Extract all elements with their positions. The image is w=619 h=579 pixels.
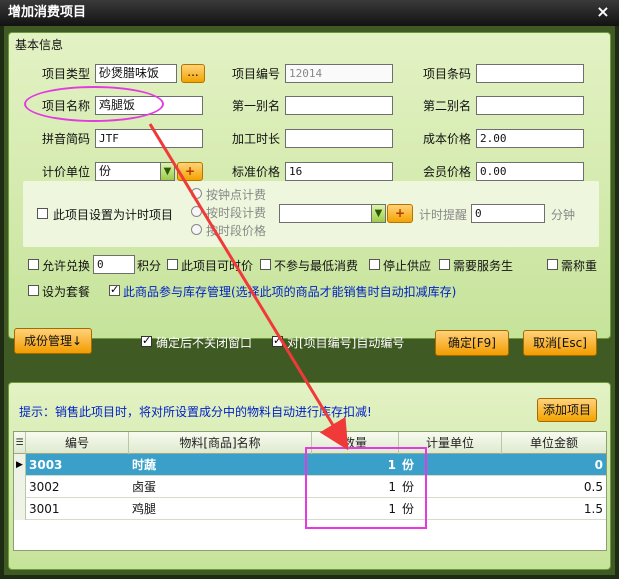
cell-no: 3001 <box>29 502 60 516</box>
process-time-field[interactable] <box>285 129 393 148</box>
alias1-label: 第一别名 <box>232 99 281 113</box>
alias2-label: 第二别名 <box>423 99 472 113</box>
row-header <box>14 476 26 498</box>
dialog-window: 增加消费项目 × 基本信息 项目类型 砂煲腊味饭 ... 项目编号 12014 … <box>0 0 619 579</box>
points-label: 积分 <box>137 259 162 273</box>
unit-dropdown-arrow-icon[interactable]: ▼ <box>160 163 174 180</box>
need-weigh-checkbox[interactable] <box>547 259 558 270</box>
unit-add-button[interactable]: + <box>177 162 203 181</box>
stop-supply-label: 停止供应 <box>383 259 432 273</box>
alias1-field[interactable] <box>285 96 393 115</box>
col-header-name[interactable]: 物料[商品]名称 <box>129 432 312 454</box>
cell-no: 3002 <box>29 480 60 494</box>
pinyin-label: 拼音简码 <box>42 132 91 146</box>
exchange-points-field[interactable]: 0 <box>93 255 135 274</box>
auto-number-label: 对[项目编号]自动编号 <box>287 336 405 350</box>
allow-exchange-checkbox[interactable] <box>28 259 39 270</box>
name-highlight-oval <box>24 86 164 122</box>
minutes-label: 分钟 <box>551 208 576 222</box>
add-item-button[interactable]: 添加项目 <box>537 398 597 422</box>
need-weigh-label: 需称重 <box>561 259 598 273</box>
price-change-checkbox[interactable] <box>167 259 178 270</box>
timer-checkbox-label: 此项目设置为计时项目 <box>53 208 174 222</box>
barcode-field[interactable] <box>476 64 584 83</box>
timer-combo[interactable] <box>279 204 386 223</box>
timer-remind-field[interactable]: 0 <box>471 204 545 223</box>
title-bar: 增加消费项目 × <box>0 0 619 26</box>
item-type-label: 项目类型 <box>42 67 91 81</box>
item-type-field[interactable]: 砂煲腊味饭 <box>95 64 177 83</box>
timer-add-button[interactable]: + <box>387 204 413 223</box>
close-button[interactable]: × <box>593 2 613 22</box>
radio-period-fee[interactable] <box>191 206 202 217</box>
keep-open-checkbox[interactable] <box>141 334 152 347</box>
set-package-label: 设为套餐 <box>42 285 91 299</box>
price-change-label: 此项目可时价 <box>181 259 254 273</box>
std-price-field[interactable]: 16 <box>285 162 393 181</box>
grid-options-icon[interactable]: ☰ <box>14 432 26 454</box>
unit-select-value: 份 <box>99 164 112 178</box>
radio-per-minute[interactable] <box>191 188 202 199</box>
ok-button[interactable]: 确定[F9] <box>435 330 509 356</box>
need-service-checkbox[interactable] <box>439 259 450 270</box>
basic-info-group: 基本信息 项目类型 砂煲腊味饭 ... 项目编号 12014 项目条码 项目名称… <box>8 32 611 339</box>
cell-amount: 0 <box>594 458 603 472</box>
radio-per-minute-label: 按钟点计费 <box>206 188 267 202</box>
component-manage-button[interactable]: 成份管理↓ <box>14 328 92 354</box>
inventory-label: 此商品参与库存管理(选择此项的商品才能销售时自动扣减库存) <box>123 285 457 299</box>
item-no-label: 项目编号 <box>232 67 281 81</box>
timer-checkbox[interactable] <box>37 208 48 219</box>
col-header-no[interactable]: 编号 <box>26 432 129 454</box>
auto-number-checkbox[interactable] <box>272 334 283 347</box>
keep-open-label: 确定后不关闭窗口 <box>156 336 253 350</box>
cell-amount: 1.5 <box>583 502 603 516</box>
basic-info-legend: 基本信息 <box>15 38 64 52</box>
stop-supply-checkbox[interactable] <box>369 259 380 270</box>
item-type-browse-button[interactable]: ... <box>181 64 205 83</box>
cell-amount: 0.5 <box>583 480 603 494</box>
alias2-field[interactable] <box>476 96 584 115</box>
inventory-checkbox[interactable] <box>109 283 120 296</box>
cell-name: 鸡腿 <box>132 502 157 516</box>
barcode-label: 项目条码 <box>423 67 472 81</box>
cancel-button[interactable]: 取消[Esc] <box>523 330 597 356</box>
current-row-indicator-icon: ▶ <box>14 454 26 476</box>
need-service-label: 需要服务生 <box>453 259 514 273</box>
radio-period-fee-label: 按时段计费 <box>206 206 267 220</box>
window-title: 增加消费项目 <box>8 5 87 20</box>
row-header <box>14 498 26 520</box>
allow-exchange-label: 允许兑换 <box>42 259 91 273</box>
member-price-field[interactable]: 0.00 <box>476 162 584 181</box>
radio-period-price-label: 按时段价格 <box>206 224 267 238</box>
cell-name: 时蔬 <box>132 458 157 472</box>
process-time-label: 加工时长 <box>232 132 281 146</box>
no-min-consume-checkbox[interactable] <box>260 259 271 270</box>
cell-no: 3003 <box>29 458 63 472</box>
pinyin-field[interactable]: JTF <box>95 129 203 148</box>
set-package-checkbox[interactable] <box>28 285 39 296</box>
std-price-label: 标准价格 <box>232 165 281 179</box>
timer-combo-arrow-icon[interactable]: ▼ <box>371 205 385 222</box>
radio-period-price[interactable] <box>191 224 202 235</box>
member-price-label: 会员价格 <box>423 165 472 179</box>
col-header-amount[interactable]: 单位金额 <box>502 432 606 454</box>
no-min-consume-label: 不参与最低消费 <box>274 259 359 273</box>
cell-name: 卤蛋 <box>132 480 157 494</box>
inventory-hint: 提示：销售此项目时，将对所设置成分中的物料自动进行库存扣减! <box>19 405 372 419</box>
cost-price-label: 成本价格 <box>423 132 472 146</box>
cost-price-field[interactable]: 2.00 <box>476 129 584 148</box>
timer-remind-label: 计时提醒 <box>419 208 468 222</box>
unit-label: 计价单位 <box>42 165 91 179</box>
qty-highlight-box <box>305 447 427 529</box>
item-no-field[interactable]: 12014 <box>285 64 393 83</box>
timer-panel: 此项目设置为计时项目 按钟点计费 按时段计费 按时段价格 ▼ + 计时提醒 0 … <box>23 181 599 247</box>
